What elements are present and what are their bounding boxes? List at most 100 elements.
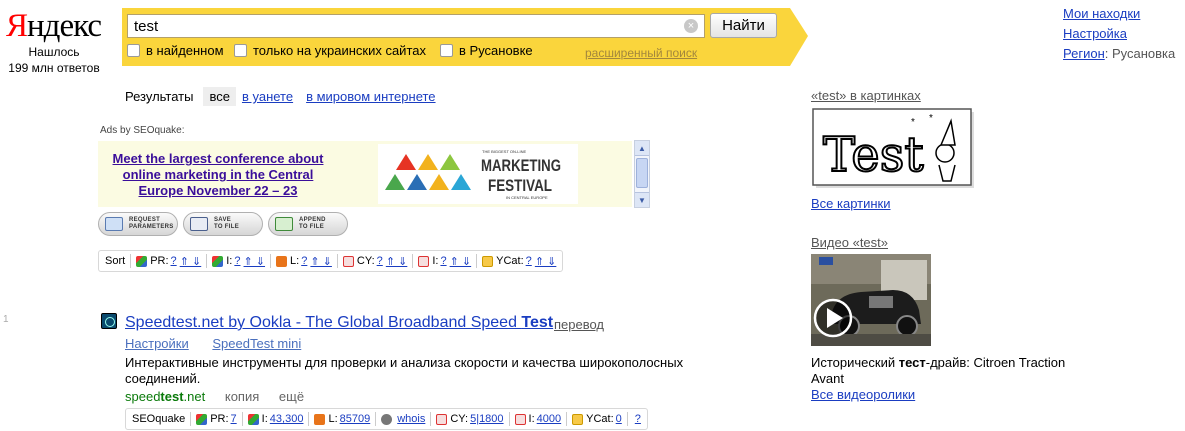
result-number: 1: [3, 314, 9, 325]
settings-link[interactable]: Настройка: [1063, 26, 1127, 41]
option-ukrainian-sites[interactable]: только на украинских сайтах: [234, 43, 426, 58]
save-to-file-button[interactable]: SAVE TO FILE: [183, 212, 263, 236]
seoquake-result-bar: SEOquake PR: 7 I: 43,300 L: 85709 whois CY:…: [125, 408, 648, 430]
i2-label: I:: [528, 413, 535, 425]
btn-line1: REQUEST: [129, 217, 161, 223]
yandex-icon: [342, 255, 354, 267]
all-videos-link[interactable]: Все видеоролики: [811, 387, 915, 402]
caption-pre: Исторический: [811, 355, 899, 370]
banner-main-2: FESTIVAL: [488, 176, 552, 195]
yandex-logo[interactable]: Яндекс: [6, 6, 102, 46]
cy-value[interactable]: 5|1800: [470, 413, 503, 425]
my-finds-link[interactable]: Мои находки: [1063, 6, 1140, 21]
i2-value[interactable]: ?: [440, 255, 446, 267]
l-value[interactable]: ?: [301, 255, 307, 267]
ads-label: Ads by SEOquake:: [100, 125, 185, 136]
btn-line2: TO FILE: [299, 224, 324, 230]
pr-value[interactable]: 7: [231, 413, 237, 425]
result-url-row: speedtest.net копия ещё: [125, 389, 304, 404]
ycat-label: YCat:: [496, 255, 524, 267]
help-link[interactable]: ?: [635, 413, 641, 425]
btn-line1: APPEND: [299, 217, 326, 223]
cache-link[interactable]: копия: [225, 389, 259, 404]
tab-uanet[interactable]: в уанете: [242, 89, 293, 104]
whois-link[interactable]: whois: [397, 413, 425, 425]
result-sitelinks: Настройки SpeedTest mini: [125, 336, 321, 351]
cy-label: CY:: [356, 255, 375, 267]
option-label: в найденном: [146, 43, 224, 58]
logo-rest: ндекс: [27, 8, 102, 44]
google-icon: [247, 413, 259, 425]
cy-sort-arrows[interactable]: ⇑ ⇓: [386, 255, 408, 268]
ad-banner[interactable]: THE BIGGEST ON-LINE MARKETING FESTIVAL I…: [378, 144, 578, 204]
i-label: I:: [261, 413, 268, 425]
translate-link[interactable]: перевод: [554, 317, 604, 332]
i2-value[interactable]: 4000: [537, 413, 561, 425]
advanced-search-link[interactable]: расширенный поиск: [585, 46, 697, 60]
search-input[interactable]: [127, 14, 705, 38]
sitelink-speedtest-mini[interactable]: SpeedTest mini: [212, 336, 301, 351]
clear-icon[interactable]: ×: [684, 19, 698, 33]
scroll-down-icon[interactable]: ▼: [635, 192, 649, 207]
google-icon: [136, 255, 148, 267]
checkbox-icon[interactable]: [440, 44, 453, 57]
request-parameters-button[interactable]: REQUEST PARAMETERS: [98, 212, 178, 236]
checkbox-icon[interactable]: [234, 44, 247, 57]
scroll-thumb[interactable]: [636, 158, 648, 188]
ad-scrollbar[interactable]: ▲ ▼: [634, 140, 650, 208]
btn-line2: TO FILE: [214, 224, 239, 230]
svg-text:*: *: [911, 117, 915, 128]
scroll-up-icon[interactable]: ▲: [635, 141, 649, 156]
all-images-link[interactable]: Все картинки: [811, 196, 891, 211]
result-snippet: Интерактивные инструменты для проверки и…: [125, 355, 684, 386]
l-value[interactable]: 85709: [340, 413, 371, 425]
test-sketch-image: Test * *: [812, 108, 974, 188]
ycat-value[interactable]: ?: [526, 255, 532, 267]
i-sort-arrows[interactable]: ⇑ ⇓: [244, 255, 266, 268]
l-label: L:: [328, 413, 338, 425]
checkbox-icon[interactable]: [127, 44, 140, 57]
cy-value[interactable]: ?: [377, 255, 383, 267]
found-count: 199 млн ответов: [8, 61, 100, 75]
yandex-icon: [436, 413, 448, 425]
result-url[interactable]: speedtest.net: [125, 389, 205, 404]
pr-value[interactable]: ?: [171, 255, 177, 267]
i-value[interactable]: 43,300: [270, 413, 304, 425]
i2-sort-arrows[interactable]: ⇑ ⇓: [450, 255, 472, 268]
search-arrow: × Найти в найденном только на украинских…: [122, 8, 812, 66]
logo-first-letter: Я: [6, 8, 28, 44]
video-heading-link[interactable]: Видео «test»: [811, 235, 888, 250]
pr-sort-arrows[interactable]: ⇑ ⇓: [180, 255, 202, 268]
images-heading-link[interactable]: «test» в картинках: [811, 88, 921, 103]
region-link[interactable]: Регион: [1063, 46, 1105, 61]
banner-bottom-text: IN CENTRAL EUROPE: [506, 195, 548, 200]
google-icon: [212, 255, 224, 267]
result-title-link[interactable]: Speedtest.net by Ookla - The Global Broa…: [125, 314, 553, 332]
ycat-sort-arrows[interactable]: ⇑ ⇓: [535, 255, 557, 268]
i-value[interactable]: ?: [234, 255, 240, 267]
option-rusanovka[interactable]: в Русановке: [440, 43, 533, 58]
ycat-value[interactable]: 0: [616, 413, 622, 425]
sitelink-settings[interactable]: Настройки: [125, 336, 189, 351]
option-label: только на украинских сайтах: [253, 43, 426, 58]
tab-world[interactable]: в мировом интернете: [306, 89, 435, 104]
video-caption: Исторический тест-драйв: Citroen Tractio…: [811, 355, 1071, 387]
append-to-file-button[interactable]: APPEND TO FILE: [268, 212, 348, 236]
caption-bold: тест: [898, 355, 926, 370]
image-thumbnail[interactable]: Test * *: [811, 107, 975, 189]
title-text: Speedtest.net by Ookla - The Global Broa…: [125, 314, 522, 331]
yandex-catalog-icon: [572, 413, 584, 425]
banner-top-text: THE BIGGEST ON-LINE: [482, 149, 526, 154]
option-in-found[interactable]: в найденном: [127, 43, 224, 58]
tab-all[interactable]: все: [203, 87, 236, 106]
whois-icon: [381, 413, 393, 425]
ycat-label: YCat:: [586, 413, 614, 425]
seoquake-label: SEOquake: [132, 413, 186, 425]
l-sort-arrows[interactable]: ⇑ ⇓: [310, 255, 332, 268]
ad-link[interactable]: Meet the largest conference about online…: [112, 151, 324, 199]
find-button[interactable]: Найти: [710, 13, 777, 38]
car-video-image: [811, 254, 931, 346]
top-right-menu: Мои находки Настройка Регион: Русановка: [1063, 4, 1175, 64]
video-thumbnail[interactable]: [811, 254, 931, 346]
more-link[interactable]: ещё: [279, 389, 304, 404]
